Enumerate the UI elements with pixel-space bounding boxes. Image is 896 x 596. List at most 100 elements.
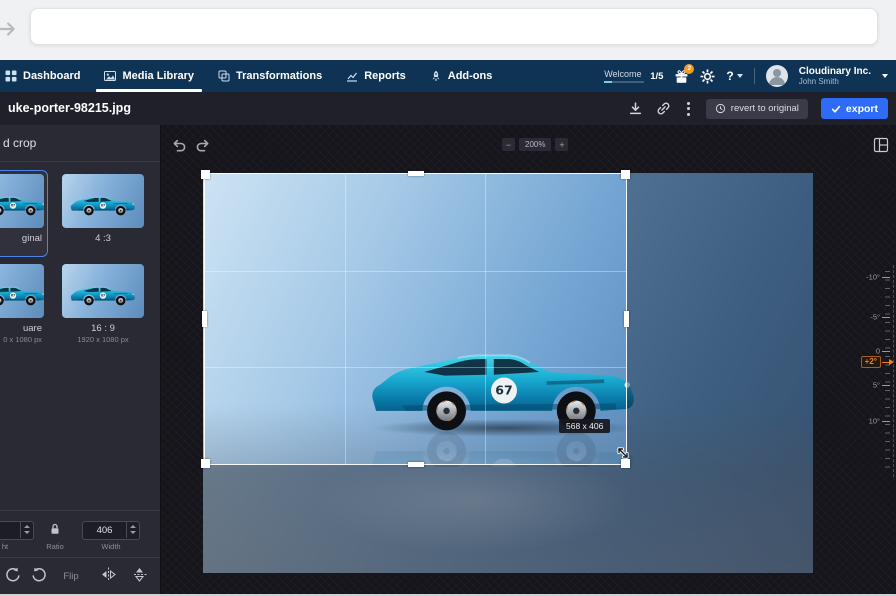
- ruler-label: 10°: [868, 416, 880, 426]
- height-label: ht: [1, 542, 9, 551]
- asset-actions: revert to original export: [628, 92, 888, 125]
- account-info[interactable]: Cloudinary Inc. John Smith: [799, 66, 871, 87]
- preset-label: ginal: [21, 233, 42, 244]
- crop-sidebar: d crop ginal 4 :3 uare 0 x 1080 px 16: …: [0, 125, 161, 596]
- rotate-right-icon[interactable]: [30, 566, 48, 584]
- crop-handle-top-right[interactable]: [621, 170, 630, 179]
- welcome-progress-bar: [604, 81, 645, 83]
- ruler-major-tick: [882, 317, 890, 318]
- dashboard-icon: [5, 70, 17, 82]
- transformations-icon: [218, 70, 230, 82]
- nav-item-transformations[interactable]: Transformations: [206, 60, 334, 92]
- link-icon[interactable]: [656, 101, 671, 116]
- nav-item-media-library[interactable]: Media Library: [92, 60, 206, 92]
- ruler-label: -10°: [866, 272, 880, 282]
- nav-item-label: Reports: [364, 70, 406, 82]
- preset-thumbnail: [0, 264, 44, 318]
- rotation-ruler[interactable]: -10° -5° 0 5° 10° +2°: [849, 265, 895, 477]
- preset-sub: [0, 245, 44, 253]
- width-stepper[interactable]: [126, 521, 139, 538]
- preset-label: 4 :3: [95, 233, 111, 244]
- zoom-level: 200%: [519, 138, 552, 151]
- check-icon: [831, 104, 841, 114]
- preset-label: 16 : 9: [91, 323, 115, 334]
- welcome-progress[interactable]: Welcome: [604, 69, 645, 83]
- zoom-in-button[interactable]: +: [555, 138, 569, 151]
- height-stepper[interactable]: [20, 521, 33, 538]
- crop-handle-right[interactable]: [624, 311, 629, 327]
- preset-thumbnail: [0, 174, 44, 228]
- revert-to-original-button[interactable]: revert to original: [705, 98, 808, 119]
- undo-icon[interactable]: [171, 137, 187, 153]
- preset-sub: 0 x 1080 px: [3, 335, 42, 344]
- crop-size-badge: 568 x 406: [559, 419, 611, 433]
- ruler-major-tick: [882, 351, 890, 352]
- divider: [0, 557, 160, 558]
- preset-original[interactable]: ginal: [0, 170, 48, 257]
- nav-item-label: Transformations: [236, 70, 323, 82]
- ruler-major-tick: [882, 421, 890, 422]
- height-input-wrap: [0, 520, 34, 540]
- redo-icon[interactable]: [195, 137, 211, 153]
- ruler-label: 5°: [872, 380, 880, 390]
- flip-horizontal-icon[interactable]: [100, 566, 117, 583]
- address-bar[interactable]: [30, 8, 878, 45]
- grid-line: [205, 270, 626, 272]
- forward-arrow-icon[interactable]: [0, 18, 18, 40]
- grid-line: [485, 174, 487, 464]
- dim-overlay-right: [627, 173, 813, 573]
- avatar[interactable]: [765, 65, 788, 87]
- gift-icon[interactable]: 2: [674, 63, 695, 84]
- nav-item-dashboard[interactable]: Dashboard: [0, 60, 92, 92]
- progress-count: 1/5: [650, 70, 664, 82]
- preset-square[interactable]: uare 0 x 1080 px: [0, 260, 48, 348]
- reports-icon: [346, 70, 358, 82]
- chevron-down-icon: [736, 74, 743, 78]
- preset-thumbnail: [62, 264, 144, 318]
- flip-vertical-icon[interactable]: [131, 566, 148, 583]
- nav-item-reports[interactable]: Reports: [334, 60, 418, 92]
- rotate-left-icon[interactable]: [4, 566, 22, 584]
- export-button[interactable]: export: [820, 98, 888, 119]
- company-name: Cloudinary Inc.: [798, 65, 871, 77]
- zoom-controls: − 200% +: [502, 138, 569, 151]
- ratio-label: Ratio: [46, 542, 64, 551]
- ruler-dashed-line: [893, 265, 894, 477]
- grid-line: [205, 367, 626, 369]
- width-label: Width: [101, 542, 121, 551]
- preset-16-9[interactable]: 16 : 9 1920 x 1080 px: [58, 260, 148, 348]
- browser-chrome: [0, 0, 896, 60]
- crop-handle-top[interactable]: [407, 171, 424, 176]
- download-icon[interactable]: [628, 101, 643, 116]
- export-label: export: [845, 102, 878, 115]
- resize-cursor-icon: [615, 445, 631, 461]
- panel-toggle-icon[interactable]: [873, 137, 889, 153]
- photo: 568 x 406: [201, 170, 813, 573]
- preset-4-3[interactable]: 4 :3: [58, 170, 148, 257]
- crop-handle-bottom-left[interactable]: [201, 459, 210, 468]
- ruler-label: -5°: [870, 312, 880, 322]
- notification-badge: 2: [684, 63, 695, 74]
- divider: [753, 68, 755, 84]
- crop-handle-bottom[interactable]: [407, 462, 424, 467]
- gear-icon[interactable]: [700, 68, 715, 84]
- divider: [0, 510, 160, 511]
- add-ons-icon: [430, 70, 442, 82]
- account-chevron-icon[interactable]: [882, 74, 888, 78]
- kebab-menu-icon[interactable]: [684, 101, 693, 116]
- media-library-icon: [104, 70, 117, 82]
- crop-handle-top-left[interactable]: [201, 170, 210, 179]
- editor-canvas: − 200% + 568 x 406 -10° -5° 0 5° 10° +2°: [161, 125, 896, 596]
- preset-thumbnail: [62, 174, 144, 228]
- zoom-out-button[interactable]: −: [502, 138, 515, 151]
- dim-overlay-bottom: [203, 465, 627, 573]
- help-menu[interactable]: ?: [726, 69, 743, 83]
- nav-item-add-ons[interactable]: Add-ons: [418, 60, 505, 92]
- asset-filename: uke-porter-98215.jpg: [8, 101, 131, 115]
- preset-label: uare: [22, 323, 42, 334]
- top-nav: Dashboard Media Library Transformations …: [0, 60, 896, 92]
- lock-ratio-icon[interactable]: [49, 522, 61, 536]
- crop-handle-left[interactable]: [202, 311, 207, 327]
- history-clock-icon: [715, 103, 726, 114]
- revert-label: revert to original: [730, 103, 799, 114]
